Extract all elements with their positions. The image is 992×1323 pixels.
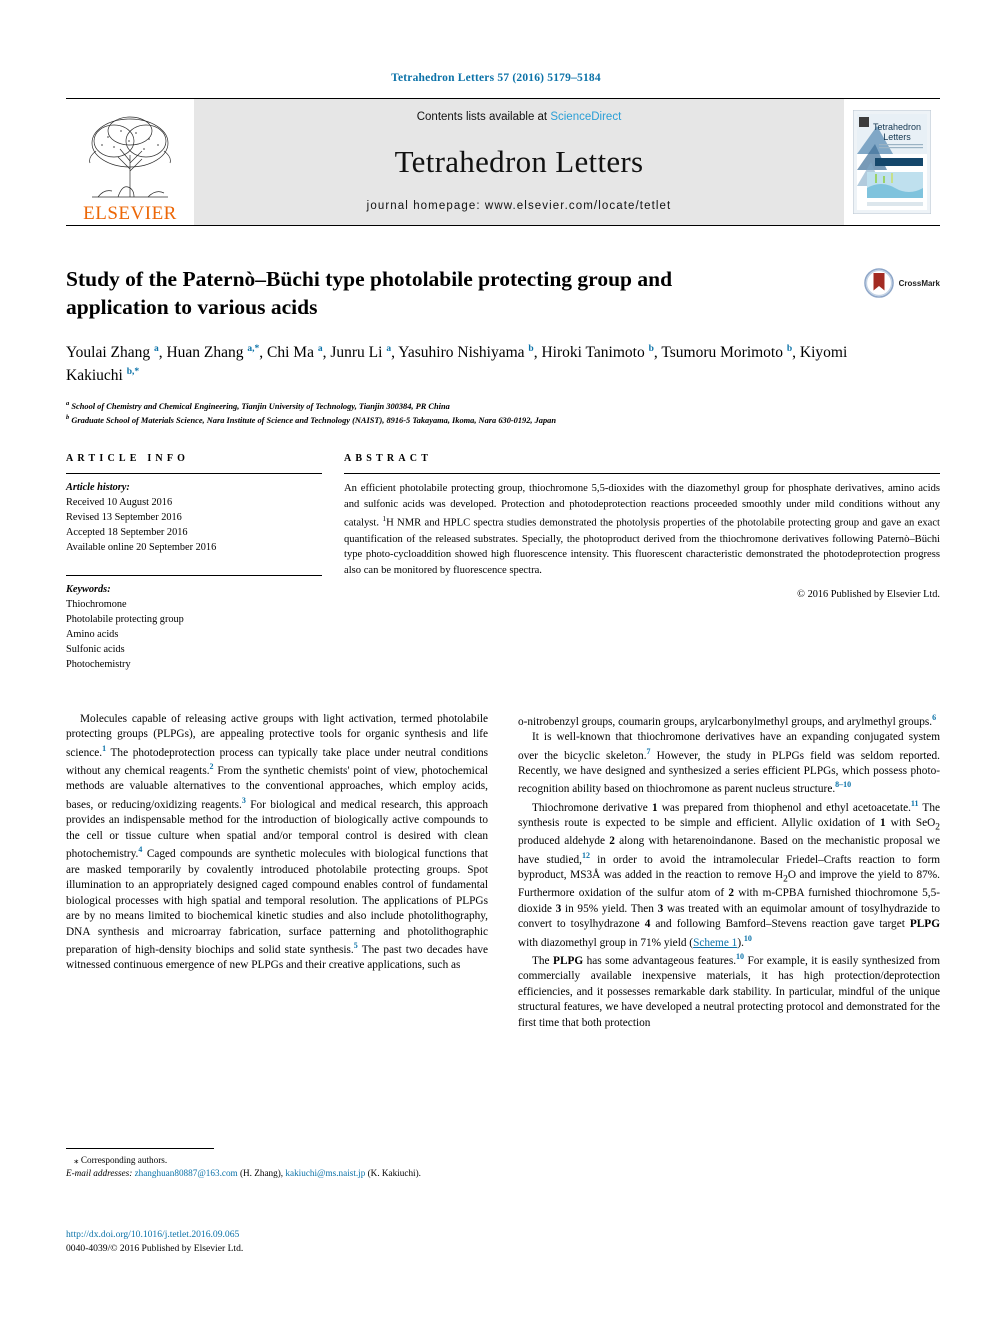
elsevier-wordmark: ELSEVIER [83,203,177,224]
body-paragraph: It is well-known that thiochromone deriv… [518,730,940,796]
doi-link[interactable]: http://dx.doi.org/10.1016/j.tetlet.2016.… [66,1228,526,1242]
sciencedirect-link[interactable]: ScienceDirect [550,111,621,123]
history-item: Available online 20 September 2016 [66,542,217,554]
keyword-item: Sulfonic acids [66,643,125,655]
body-paragraph: The PLPG has some advantageous features.… [518,952,940,1029]
masthead-center: Contents lists available at ScienceDirec… [194,99,844,225]
journal-homepage-link[interactable]: journal homepage: www.elsevier.com/locat… [367,200,672,212]
footnote-rule [66,1148,214,1149]
affiliations: a School of Chemistry and Chemical Engin… [66,399,940,428]
affiliation-b-text: Graduate School of Materials Science, Na… [71,415,557,425]
affiliation-b: b Graduate School of Materials Science, … [66,413,557,425]
keyword-item: Amino acids [66,628,119,640]
page-title: Study of the Paternò–Büchi type photolab… [66,267,673,319]
author-list: Youlai Zhang a, Huan Zhang a,*, Chi Ma a… [66,343,848,385]
running-head: Tetrahedron Letters 57 (2016) 5179–5184 [391,72,601,84]
body-column-right: o-nitrobenzyl groups, coumarin groups, a… [518,712,940,1032]
body-column-left: Molecules capable of releasing active gr… [66,712,488,1032]
crossmark-badge[interactable]: CrossMark [863,268,940,298]
contents-available-line: Contents lists available at ScienceDirec… [417,111,622,123]
affiliation-a: a School of Chemistry and Chemical Engin… [66,399,450,411]
email-link-1[interactable]: zhanghuan80887@163.com [135,1168,238,1178]
page-footer: http://dx.doi.org/10.1016/j.tetlet.2016.… [66,1228,526,1256]
keywords-block: Keywords: Thiochromone Photolabile prote… [66,569,322,672]
abstract-copyright: © 2016 Published by Elsevier Ltd. [797,589,940,601]
abstract-heading: ABSTRACT [344,453,433,465]
journal-masthead: ELSEVIER Contents lists available at Sci… [66,98,940,226]
issn-copyright-line: 0040-4039/© 2016 Published by Elsevier L… [66,1242,244,1254]
body-paragraph: Molecules capable of releasing active gr… [66,712,488,972]
svg-text:Tetrahedron: Tetrahedron [873,122,921,132]
keywords-label: Keywords: [66,583,111,595]
journal-cover-thumbnail[interactable]: Tetrahedron Letters [844,99,940,225]
affiliation-a-text: School of Chemistry and Chemical Enginee… [71,401,450,411]
history-item: Received 10 August 2016 [66,497,173,509]
elsevier-logo: ELSEVIER [66,99,194,225]
info-abstract-row: ARTICLE INFO Article history: Received 1… [66,453,940,671]
corresponding-author-note: ⁎ Corresponding authors. [74,1155,168,1165]
article-body: Molecules capable of releasing active gr… [66,712,940,1032]
history-item: Accepted 18 September 2016 [66,527,188,539]
title-block: Study of the Paternò–Büchi type photolab… [66,266,940,427]
keyword-item: Photolabile protecting group [66,613,184,625]
svg-text:Letters: Letters [883,132,911,142]
article-history-block: Article history: Received 10 August 2016… [66,474,322,555]
keyword-item: Thiochromone [66,598,127,610]
abstract-text: An efficient photolabile protecting grou… [344,483,941,577]
elsevier-tree-icon [89,116,171,198]
contents-prefix: Contents lists available at [416,111,551,123]
article-info-heading: ARTICLE INFO [66,453,190,465]
body-paragraph: o-nitrobenzyl groups, coumarin groups, a… [518,712,937,728]
footnote-block: ⁎ Corresponding authors. E-mail addresse… [66,1148,484,1181]
email-link-2[interactable]: kakiuchi@ms.naist.jp [285,1168,365,1178]
abstract-column: ABSTRACT An efficient photolabile protec… [344,453,940,671]
article-info-column: ARTICLE INFO Article history: Received 1… [66,453,322,671]
cover-image: Tetrahedron Letters [853,110,931,214]
keyword-item: Photochemistry [66,658,131,670]
email-note: E-mail addresses: zhanghuan80887@163.com… [66,1168,421,1179]
body-paragraph: Thiochromone derivative 1 was prepared f… [518,798,941,949]
article-history-label: Article history: [66,482,130,494]
journal-article-page: Tetrahedron Letters 57 (2016) 5179–5184 [0,0,992,1323]
crossmark-icon [863,268,894,298]
corresponding-author-text: Corresponding authors. [80,1155,168,1165]
history-item: Revised 13 September 2016 [66,512,182,524]
journal-title: Tetrahedron Letters [394,143,644,179]
crossmark-label: CrossMark [898,278,940,288]
